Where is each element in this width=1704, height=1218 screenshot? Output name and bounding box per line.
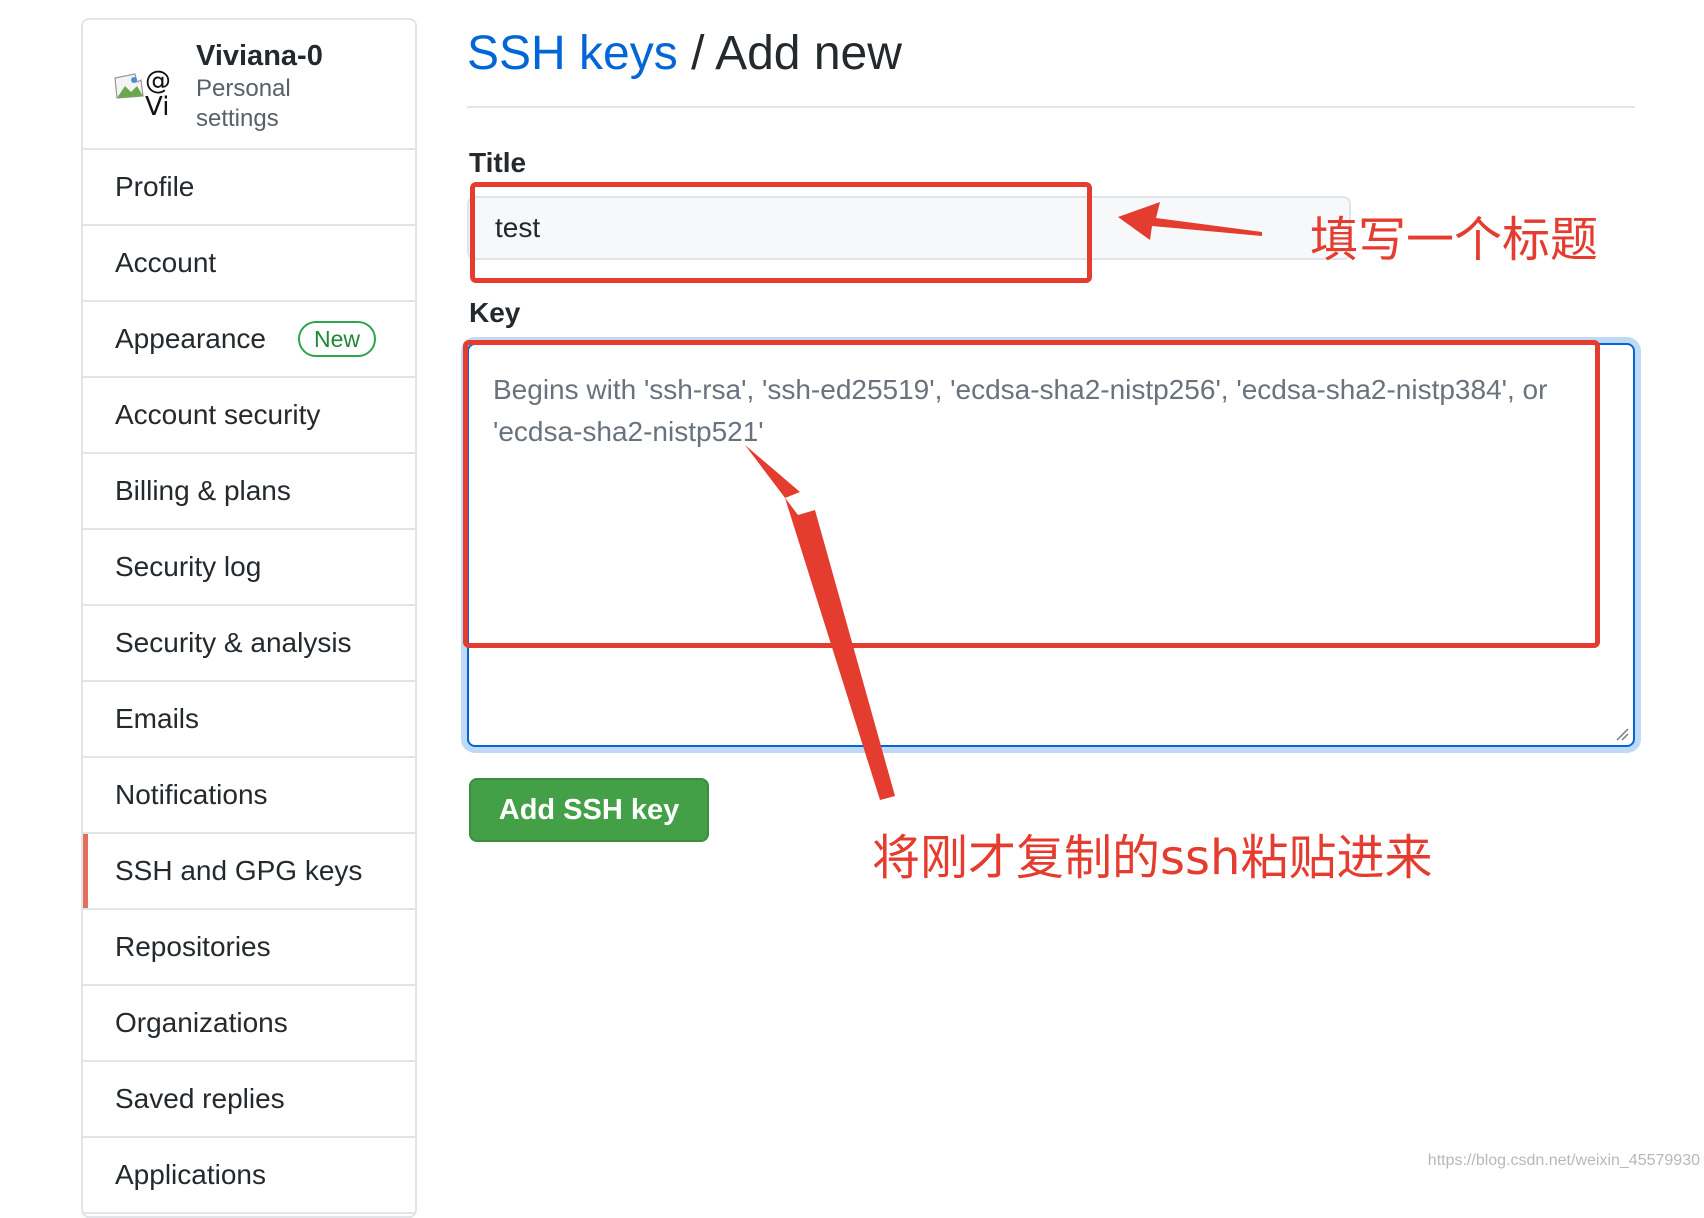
new-badge: New [298,321,377,357]
sidebar-item-account[interactable]: Account [83,226,415,302]
user-name[interactable]: Viviana-0 [196,40,323,73]
sidebar-item-label: Billing & plans [115,475,291,506]
sidebar-item-label: Applications [115,1159,266,1190]
sidebar-item-label: SSH and GPG keys [115,855,363,886]
title-label: Title [469,147,527,178]
sidebar-item-organizations[interactable]: Organizations [83,986,415,1062]
sidebar-item-appearance[interactable]: Appearance New [83,302,415,378]
sidebar-item-label: Profile [115,171,195,202]
add-ssh-key-button[interactable]: Add SSH key [469,778,709,842]
sidebar-item-security-analysis[interactable]: Security & analysis [83,606,415,682]
sidebar-item-label: Saved replies [115,1083,285,1114]
avatar[interactable]: @ Vi [113,54,173,134]
sidebar-item-label: Security & analysis [115,627,352,658]
personal-settings-label: Personal settings [196,75,291,132]
sidebar-item-label: Repositories [115,931,271,962]
sidebar-item-emails[interactable]: Emails [83,682,415,758]
sidebar-item-label: Notifications [115,779,268,810]
sidebar-item-label: Appearance [115,323,267,354]
page-title: SSH keys / Add new [467,26,902,81]
sidebar-item-label: Organizations [115,1007,288,1038]
sidebar-item-repositories[interactable]: Repositories [83,910,415,986]
broken-image-icon [114,73,144,99]
watermark-text: https://blog.csdn.net/weixin_45579930 [1427,1152,1700,1169]
sidebar-item-applications[interactable]: Applications [83,1138,415,1214]
sidebar-user-header: @ Vi Viviana-0 Personal settings [83,20,415,150]
resize-grip-icon[interactable] [1615,727,1629,741]
sidebar-item-saved-replies[interactable]: Saved replies [83,1062,415,1138]
sidebar-item-label: Account [115,247,217,278]
sidebar-item-label: Emails [115,703,200,734]
breadcrumb-separator: / [677,27,716,80]
avatar-alt-text: @ Vi [145,66,171,122]
key-highlight-box [463,340,1600,648]
title-annotation-text: 填写一个标题 [1310,212,1599,268]
key-annotation-text: 将刚才复制的ssh粘贴进来 [872,830,1433,886]
sidebar-item-security-log[interactable]: Security log [83,530,415,606]
sidebar-item-label: Security log [115,551,262,582]
sidebar-item-ssh-gpg-keys[interactable]: SSH and GPG keys [83,834,415,910]
breadcrumb-current: Add new [715,27,902,80]
breadcrumb-ssh-keys-link[interactable]: SSH keys [467,27,678,80]
sidebar-item-billing[interactable]: Billing & plans [83,454,415,530]
sidebar-item-profile[interactable]: Profile [83,150,415,226]
sidebar-item-notifications[interactable]: Notifications [83,758,415,834]
title-divider [467,106,1635,108]
sidebar-item-label: Account security [115,399,321,430]
key-label: Key [469,297,521,328]
sidebar-item-account-security[interactable]: Account security [83,378,415,454]
settings-sidebar: @ Vi Viviana-0 Personal settings Profile… [81,18,417,1218]
title-highlight-box [470,182,1092,283]
